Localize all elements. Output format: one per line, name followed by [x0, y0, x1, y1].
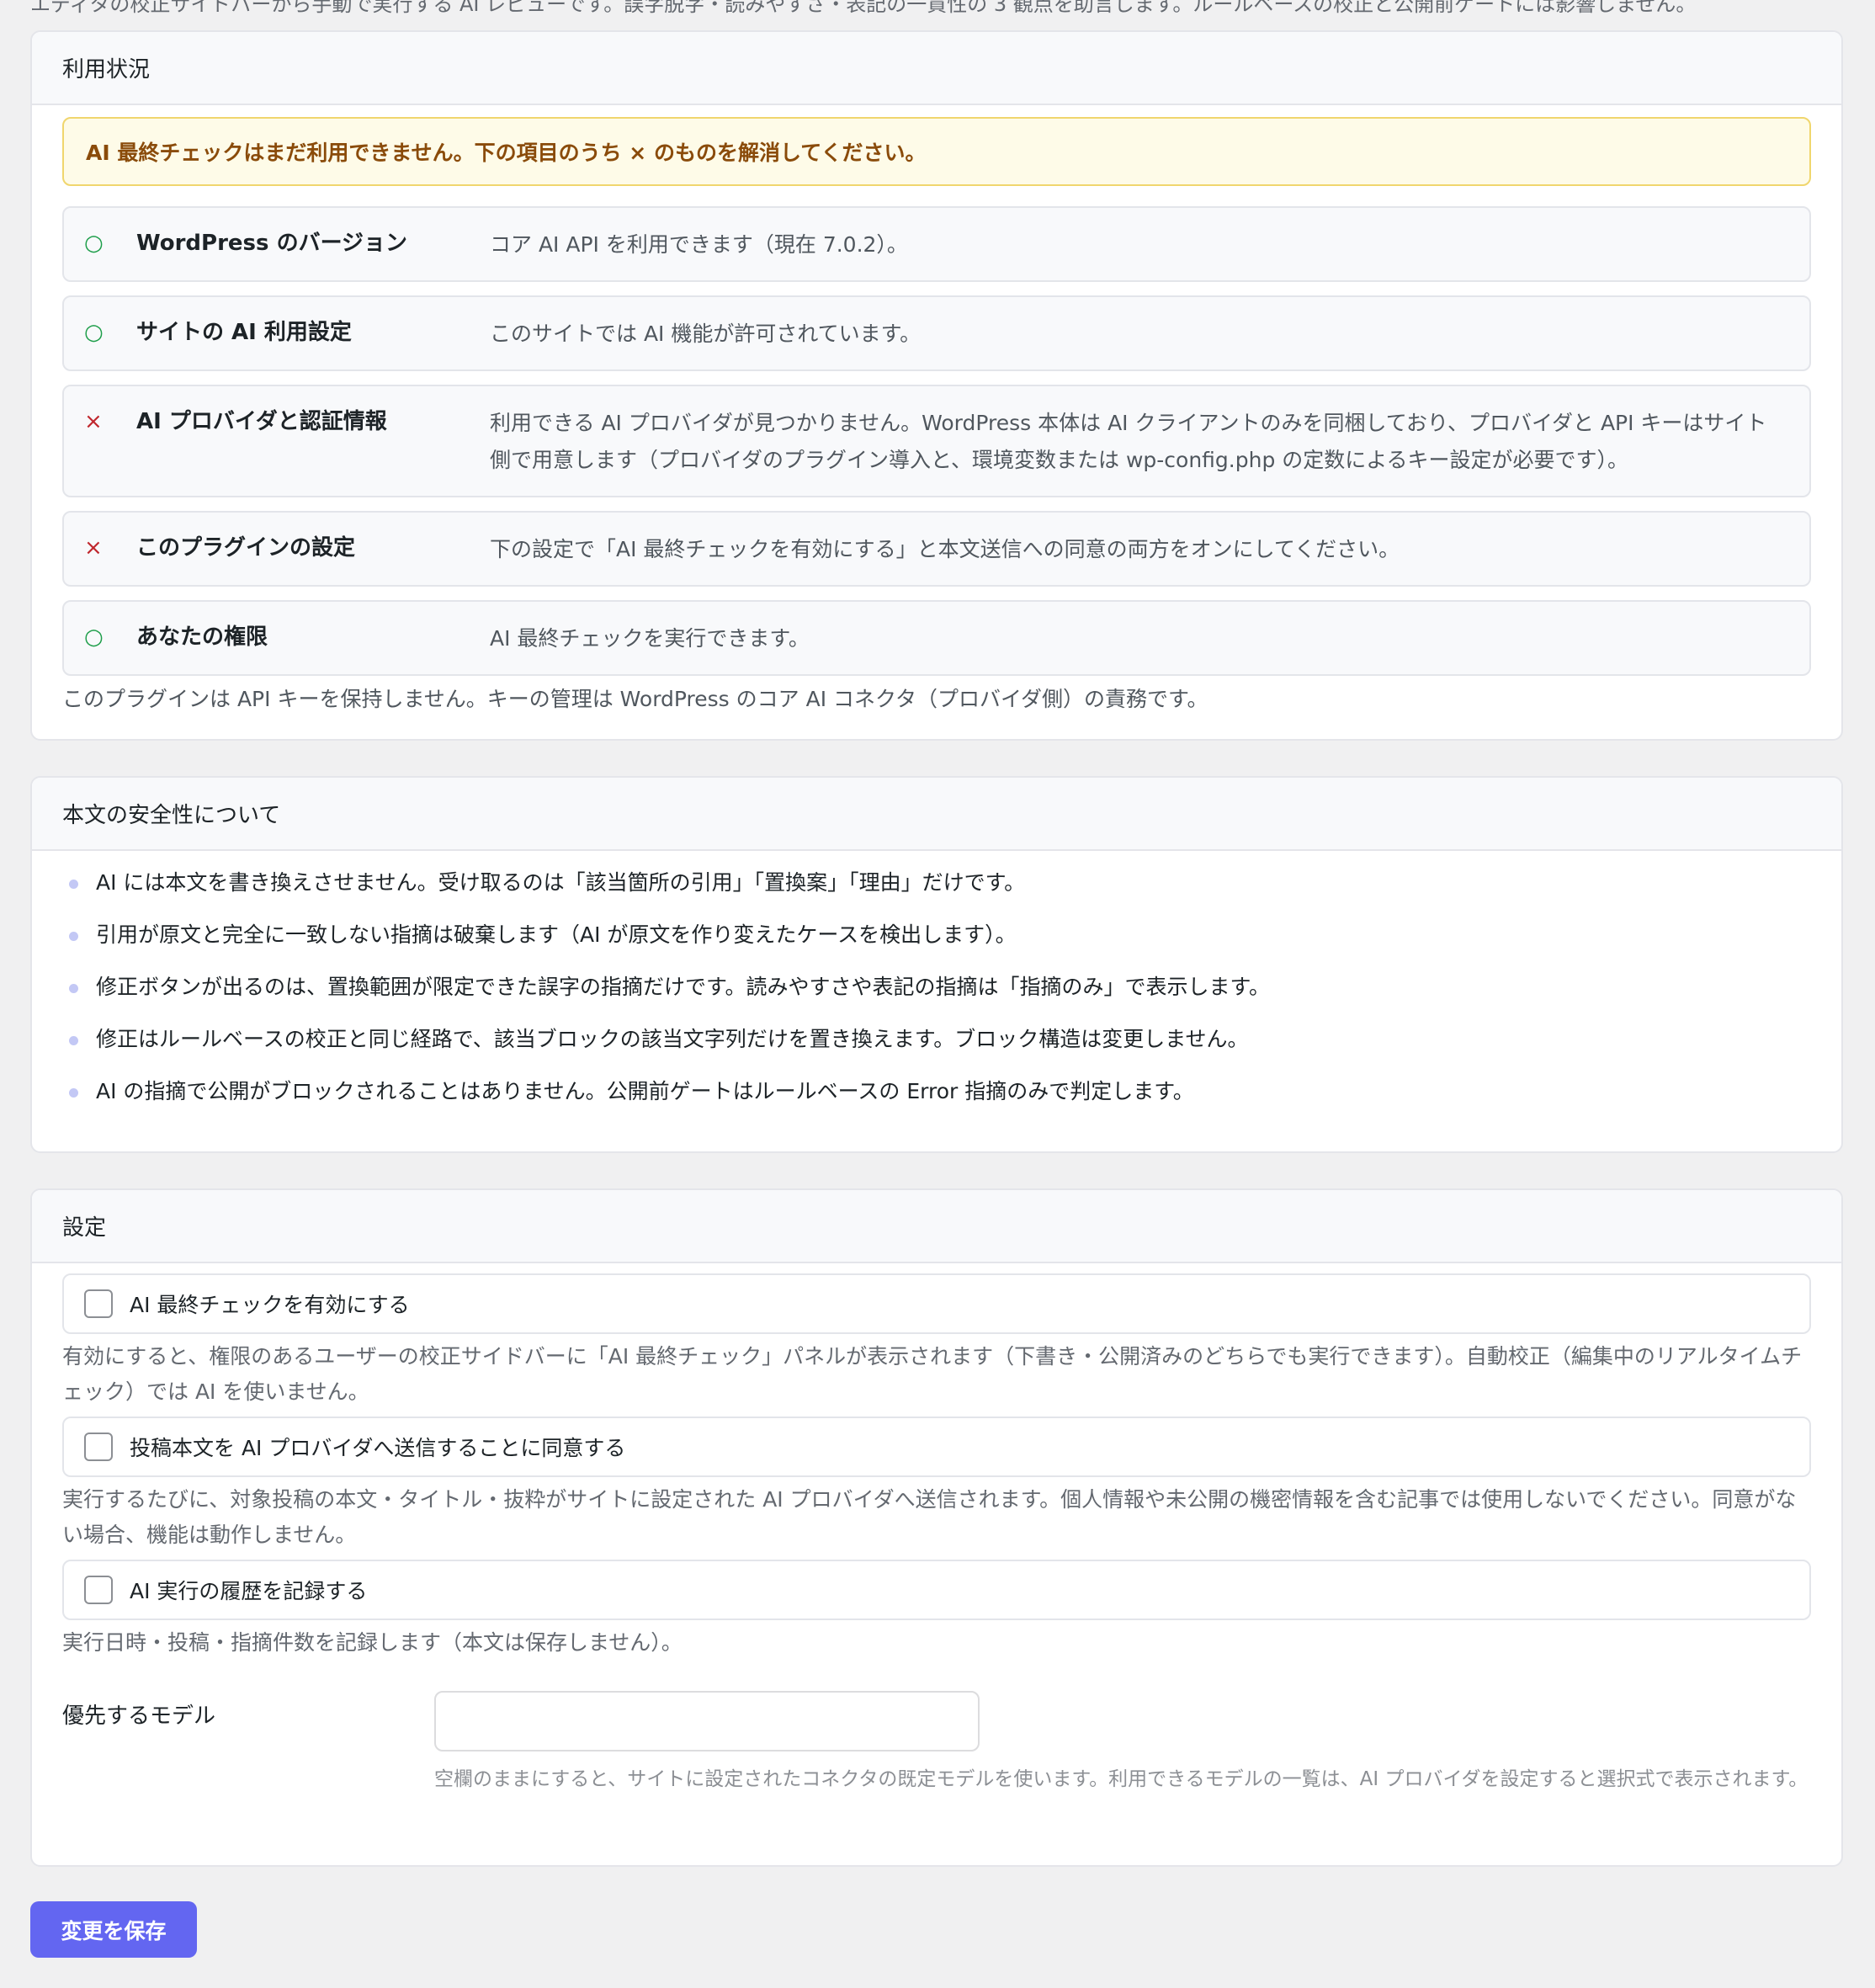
enable-help: 有効にすると、権限のあるユーザーの校正サイドバーに「AI 最終チェック」パネルが… [62, 1344, 1803, 1404]
status-row-provider: × AI プロバイダと認証情報 利用できる AI プロバイダが見つかりません。W… [62, 385, 1811, 497]
status-label: サイトの AI 利用設定 [136, 320, 352, 345]
error-x-icon: × [84, 409, 103, 434]
ok-icon: ○ [84, 625, 104, 650]
list-item: 修正はルールベースの校正と同じ経路で、該当ブロックの該当文字列だけを置き換えます… [62, 1024, 1811, 1055]
consent-option[interactable]: 投稿本文を AI プロバイダへ送信することに同意する [62, 1417, 1811, 1477]
status-row-wp-version: ○ WordPress のバージョン コア AI API を利用できます（現在 … [62, 206, 1811, 282]
status-card-title: 利用状況 [32, 32, 1841, 105]
status-row-permission: ○ あなたの権限 AI 最終チェックを実行できます。 [62, 600, 1811, 676]
status-desc: 利用できる AI プロバイダが見つかりません。WordPress 本体は AI … [490, 411, 1767, 472]
model-setting-row: 優先するモデル 空欄のままにすると、サイトに設定されたコネクタの既定モデルを使い… [62, 1691, 1811, 1795]
status-label: あなたの権限 [136, 625, 268, 650]
consent-checkbox[interactable] [84, 1433, 113, 1461]
save-button[interactable]: 変更を保存 [30, 1901, 197, 1958]
status-desc: AI 最終チェックを実行できます。 [490, 626, 810, 651]
list-item: 修正ボタンが出るのは、置換範囲が限定できた誤字の指摘だけです。読みやすさや表記の… [62, 972, 1811, 1002]
intro-text: エディタの校正サイドバーから手動で実行する AI レビューです。誤字脱字・読みや… [30, 0, 1697, 15]
status-row-site-ai: ○ サイトの AI 利用設定 このサイトでは AI 機能が許可されています。 [62, 295, 1811, 371]
status-desc: このサイトでは AI 機能が許可されています。 [490, 322, 922, 346]
list-item: 引用が原文と完全に一致しない指摘は破棄します（AI が原文を作り変えたケースを検… [62, 920, 1811, 950]
warning-notice: AI 最終チェックはまだ利用できません。下の項目のうち × のものを解消してくだ… [62, 117, 1811, 186]
ok-icon: ○ [84, 320, 104, 345]
enable-checkbox[interactable] [84, 1289, 113, 1318]
status-desc: コア AI API を利用できます（現在 7.0.2）。 [490, 232, 908, 257]
status-label: WordPress のバージョン [136, 231, 408, 256]
log-label: AI 実行の履歴を記録する [130, 1579, 368, 1603]
consent-help: 実行するたびに、対象投稿の本文・タイトル・抜粋がサイトに設定された AI プロバ… [62, 1487, 1797, 1547]
enable-option[interactable]: AI 最終チェックを有効にする [62, 1273, 1811, 1334]
log-help: 実行日時・投稿・指摘件数を記録します（本文は保存しません）。 [62, 1630, 683, 1655]
safety-list: AI には本文を書き換えさせません。受け取るのは「該当箇所の引用」「置換案」「理… [62, 868, 1811, 1107]
status-card: 利用状況 AI 最終チェックはまだ利用できません。下の項目のうち × のものを解… [30, 30, 1843, 741]
log-checkbox[interactable] [84, 1576, 113, 1604]
safety-card: 本文の安全性について AI には本文を書き換えさせません。受け取るのは「該当箇所… [30, 776, 1843, 1153]
status-label: このプラグインの設定 [136, 535, 356, 561]
list-item: AI には本文を書き換えさせません。受け取るのは「該当箇所の引用」「置換案」「理… [62, 868, 1811, 898]
safety-card-title: 本文の安全性について [32, 778, 1841, 851]
model-help: 空欄のままにすると、サイトに設定されたコネクタの既定モデルを使います。利用できる… [434, 1768, 1809, 1790]
model-input[interactable] [434, 1691, 980, 1751]
api-key-note: このプラグインは API キーを保持しません。キーの管理は WordPress … [62, 687, 1208, 711]
consent-label: 投稿本文を AI プロバイダへ送信することに同意する [130, 1436, 626, 1460]
enable-label: AI 最終チェックを有効にする [130, 1293, 410, 1317]
status-desc: 下の設定で「AI 最終チェックを有効にする」と本文送信への同意の両方をオンにして… [490, 537, 1400, 561]
settings-card: 設定 AI 最終チェックを有効にする 有効にすると、権限のあるユーザーの校正サイ… [30, 1188, 1843, 1867]
status-row-plugin-settings: × このプラグインの設定 下の設定で「AI 最終チェックを有効にする」と本文送信… [62, 511, 1811, 587]
log-option[interactable]: AI 実行の履歴を記録する [62, 1560, 1811, 1620]
list-item: AI の指摘で公開がブロックされることはありません。公開前ゲートはルールベースの… [62, 1076, 1811, 1107]
error-x-icon: × [84, 535, 103, 561]
status-label: AI プロバイダと認証情報 [136, 409, 387, 434]
model-label: 優先するモデル [62, 1704, 216, 1729]
ok-icon: ○ [84, 231, 104, 256]
settings-card-title: 設定 [32, 1190, 1841, 1263]
